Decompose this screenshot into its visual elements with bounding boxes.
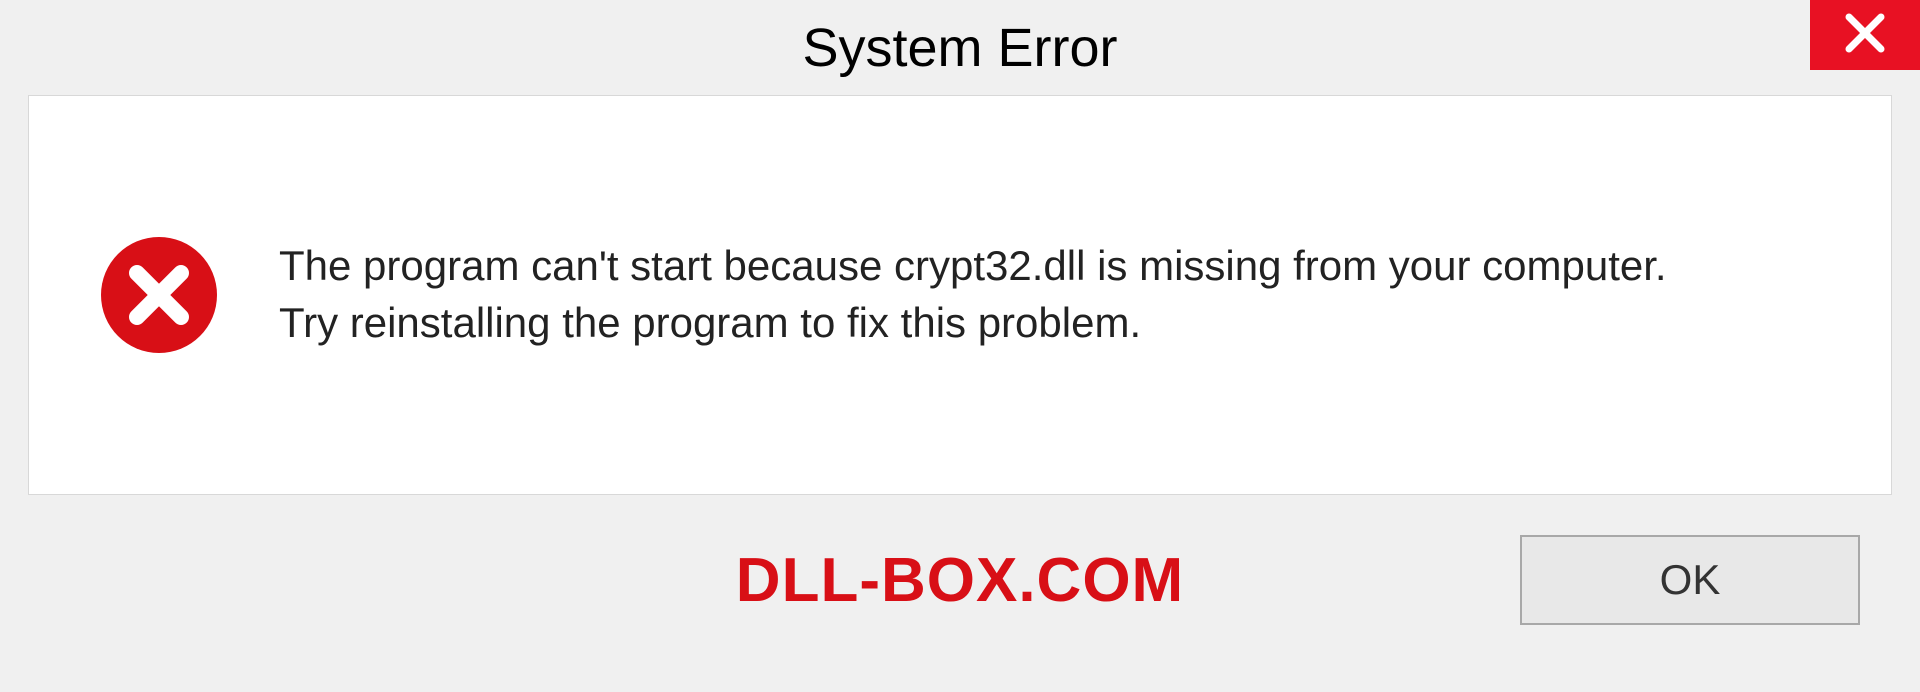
message-line-1: The program can't start because crypt32.… [279, 238, 1667, 295]
close-button[interactable] [1810, 0, 1920, 70]
ok-button[interactable]: OK [1520, 535, 1860, 625]
close-icon [1843, 11, 1887, 60]
titlebar: System Error [0, 0, 1920, 95]
error-icon [99, 235, 219, 355]
dialog-content: The program can't start because crypt32.… [28, 95, 1892, 495]
dialog-footer: DLL-BOX.COM OK [0, 495, 1920, 665]
dialog-title: System Error [802, 17, 1117, 79]
watermark-text: DLL-BOX.COM [736, 545, 1184, 616]
ok-button-label: OK [1660, 556, 1721, 604]
dialog-message: The program can't start because crypt32.… [279, 238, 1667, 351]
message-line-2: Try reinstalling the program to fix this… [279, 295, 1667, 352]
